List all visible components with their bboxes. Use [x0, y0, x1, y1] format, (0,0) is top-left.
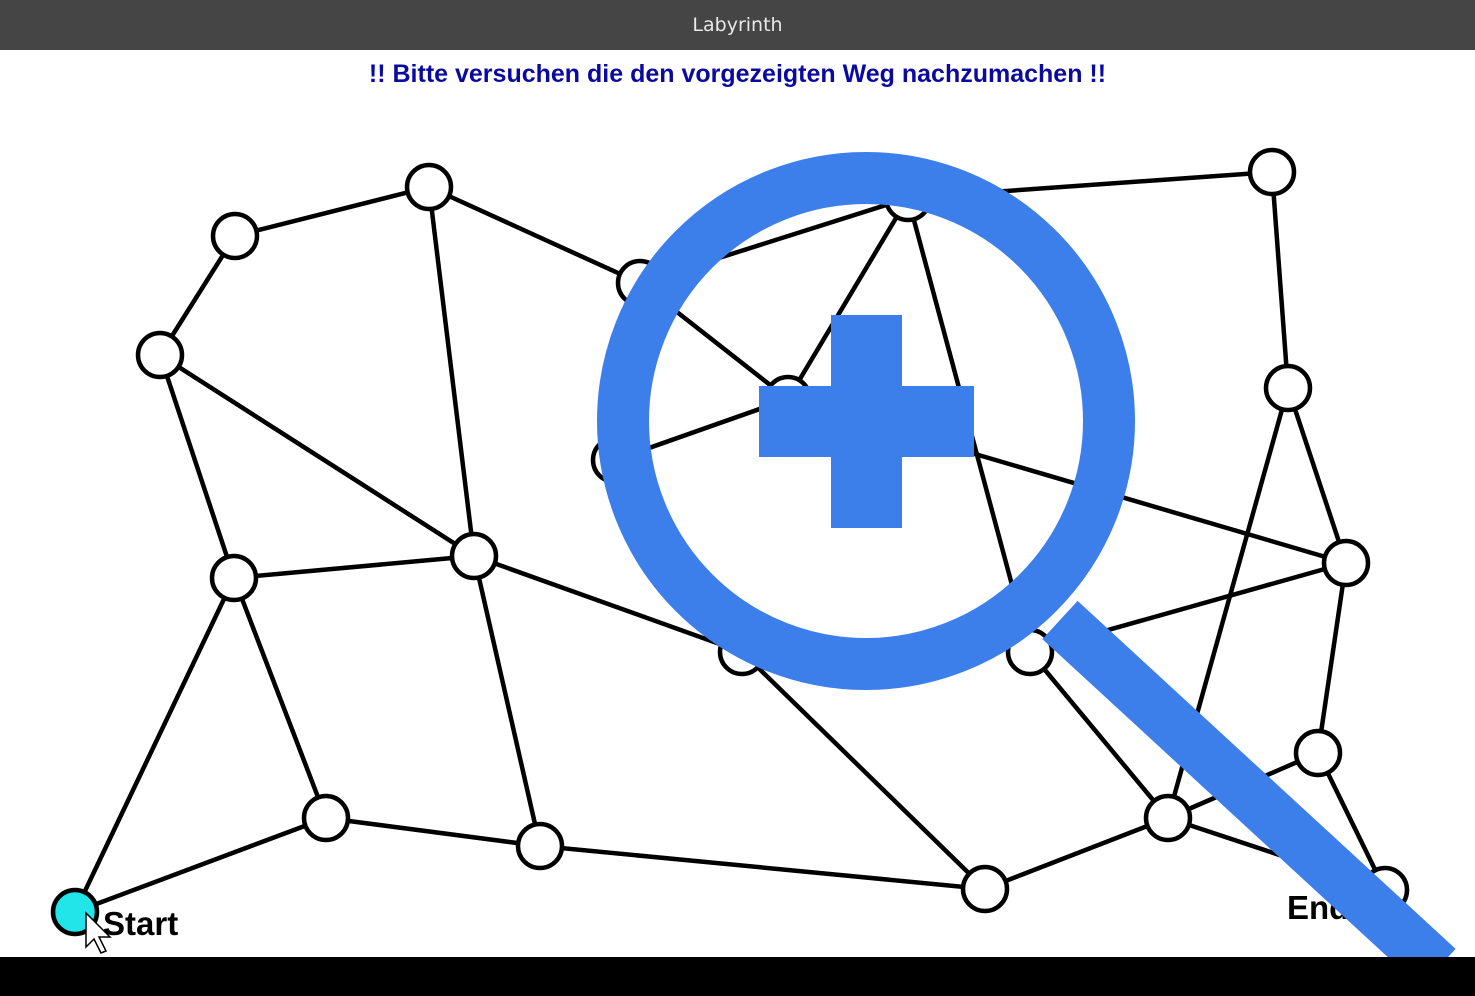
- edge-S-Q: [984, 815, 1169, 892]
- bottom-bar: [0, 957, 1475, 996]
- node-C[interactable]: [135, 330, 185, 380]
- node-F[interactable]: [1247, 147, 1297, 197]
- node-A[interactable]: [210, 211, 260, 261]
- node-L[interactable]: [1321, 538, 1371, 588]
- node-S[interactable]: [960, 864, 1010, 914]
- edge-C-J: [158, 353, 476, 558]
- node-K[interactable]: [209, 553, 259, 603]
- edge-P-S: [539, 843, 986, 892]
- edge-O-P: [325, 815, 541, 849]
- edge-F-I: [1269, 171, 1291, 389]
- node-J[interactable]: [449, 531, 499, 581]
- node-P[interactable]: [515, 821, 565, 871]
- node-I[interactable]: [1263, 363, 1313, 413]
- edge-I-L: [1285, 387, 1349, 564]
- start-label: Start: [103, 905, 178, 942]
- edge-J-P: [471, 555, 543, 847]
- node-R[interactable]: [1293, 728, 1343, 778]
- edges-layer: [72, 169, 1388, 915]
- plus-horizontal: [759, 386, 974, 457]
- edge-R-L: [1315, 562, 1349, 754]
- edge-K-J: [233, 553, 475, 581]
- edge-K-C: [157, 354, 237, 579]
- node-B[interactable]: [404, 162, 454, 212]
- edge-B-D: [428, 184, 641, 286]
- labyrinth-graph[interactable]: Start End: [0, 0, 1475, 996]
- edge-A-B: [234, 184, 430, 239]
- nodes-layer: [50, 147, 1410, 937]
- node-Q[interactable]: [1143, 793, 1193, 843]
- edge-B-J: [426, 186, 477, 557]
- edge-O-K: [231, 577, 329, 819]
- node-O[interactable]: [301, 793, 351, 843]
